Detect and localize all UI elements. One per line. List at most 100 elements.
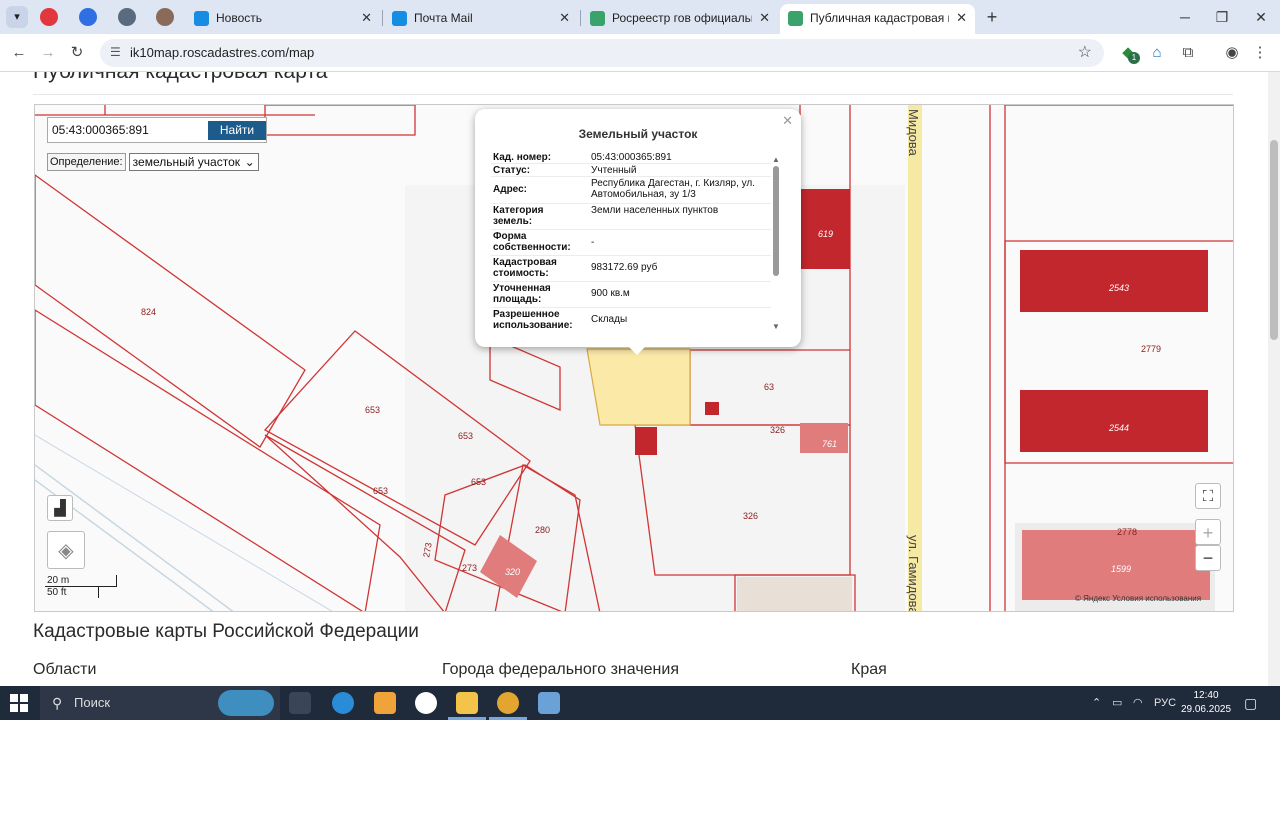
tab-mail[interactable]: Почта Mail ✕	[384, 4, 578, 32]
scroll-thumb[interactable]	[773, 166, 779, 276]
wifi-icon[interactable]: ◠	[1133, 686, 1143, 720]
parcel-label: 619	[818, 229, 833, 239]
parcel-label: 761	[822, 439, 837, 449]
home-icon[interactable]: ⌂	[1147, 43, 1167, 63]
browser-tab-bar: ▾ Новость ✕ Почта Mail ✕ Росреестр гов о…	[0, 0, 1280, 34]
bookmark-star-icon[interactable]: ☆	[1078, 42, 1092, 62]
page-scrollbar[interactable]	[1268, 72, 1280, 686]
scale-imperial: 50 ft	[45, 587, 99, 598]
popup-scrollbar[interactable]: ▲ ▼	[771, 155, 781, 331]
tab-search-button[interactable]: ▾	[6, 6, 28, 28]
column-heading-regions[interactable]: Области	[33, 661, 96, 679]
street-label: ул. Гамидова	[906, 535, 921, 612]
close-icon[interactable]: ✕	[956, 4, 967, 32]
mail-ru-icon	[194, 11, 209, 26]
popup-attributes: Кад. номер: 05:43:000365:891 Статус: Учтен…	[491, 151, 771, 331]
column-heading-cities[interactable]: Города федерального значения	[442, 661, 679, 679]
parcel-label: 280	[535, 525, 550, 535]
building[interactable]	[635, 427, 657, 455]
selected-parcel[interactable]	[586, 348, 691, 426]
tab-cadastral-map[interactable]: Публичная кадастровая карта ✕	[780, 4, 975, 34]
cadastral-map[interactable]: 824 653 653 653 653 273 273 280 320 63 3…	[34, 104, 1234, 612]
minimize-icon[interactable]: ─	[1170, 6, 1200, 28]
tab-label: Почта Mail	[414, 11, 473, 25]
attr-key: Форма собственности:	[493, 231, 571, 253]
tab-label: Росреестр гов официальный сайт	[612, 11, 752, 25]
blank-area	[0, 720, 1280, 827]
yandex-terms-link[interactable]: © Яндекс Условия использования	[1075, 594, 1201, 603]
reload-icon[interactable]: ↻	[66, 42, 88, 64]
ruler-icon[interactable]: ▟	[47, 495, 73, 521]
back-icon[interactable]: ←	[8, 42, 30, 64]
tab-label: Новость	[216, 11, 263, 25]
close-window-icon[interactable]: ✕	[1246, 6, 1276, 28]
zoom-in-icon[interactable]: +	[1195, 519, 1221, 545]
parcel-info-popup: ✕ Земельный участок Кад. номер: 05:43:000…	[475, 109, 801, 355]
search-highlight-icon	[218, 690, 274, 716]
omnibox[interactable]: ☰ ik10map.roscadastres.com/map ☆	[100, 39, 1104, 67]
building[interactable]	[1020, 390, 1208, 452]
column-heading-krai[interactable]: Края	[851, 661, 887, 679]
cadastral-number-input[interactable]	[52, 121, 202, 139]
attr-row: Категория земель: Земли населенных пункто…	[491, 204, 771, 230]
pinned-tab-4-icon[interactable]	[156, 8, 174, 26]
tab-novost[interactable]: Новость ✕	[186, 4, 380, 32]
maximize-icon[interactable]: ❐	[1207, 6, 1237, 28]
pinned-tab-1-icon[interactable]	[40, 8, 58, 26]
definition-select[interactable]: земельный участок ⌄	[128, 153, 259, 171]
attr-value: Земли населенных пунктов	[591, 205, 719, 216]
site-settings-icon[interactable]: ☰	[110, 45, 121, 59]
task-view-icon[interactable]	[289, 692, 311, 714]
taskbar-clock[interactable]: 12:40 29.06.2025	[1178, 689, 1234, 717]
fullscreen-icon[interactable]: ⛶	[1195, 483, 1221, 509]
chevron-up-icon[interactable]: ▲	[771, 155, 781, 164]
windows-start-icon[interactable]	[10, 694, 28, 712]
network-icon[interactable]: ▭	[1112, 686, 1122, 720]
building[interactable]	[1020, 250, 1208, 312]
pinned-tab-2-icon[interactable]	[79, 8, 97, 26]
parcel-label: 273	[462, 563, 477, 573]
close-icon[interactable]: ✕	[559, 4, 570, 32]
divider	[33, 94, 1233, 95]
attr-key: Кадастровая стоимость:	[493, 257, 557, 279]
extension-badge: 1	[1128, 52, 1140, 64]
extension-shield-icon[interactable]: ◆ 1	[1118, 43, 1140, 64]
chevron-down-icon[interactable]: ▼	[771, 322, 781, 331]
chrome-icon[interactable]	[497, 692, 519, 714]
new-tab-button[interactable]: +	[977, 6, 1007, 28]
map-scale: 20 m 50 ft	[45, 575, 117, 598]
building	[737, 577, 852, 611]
paint-app-icon[interactable]	[538, 692, 560, 714]
building[interactable]	[705, 402, 719, 415]
scroll-thumb[interactable]	[1270, 140, 1278, 340]
pinned-tab-3-icon[interactable]	[118, 8, 136, 26]
parcel-label: 653	[365, 405, 380, 415]
tray-chevron-icon[interactable]: ⌃	[1092, 686, 1101, 720]
menu-kebab-icon[interactable]: ⋮	[1250, 43, 1270, 63]
layers-icon[interactable]: ◈	[47, 531, 85, 569]
rosreestr-icon	[590, 11, 605, 26]
url-text[interactable]: ik10map.roscadastres.com/map	[130, 45, 314, 60]
attr-row: Форма собственности: -	[491, 230, 771, 256]
notifications-icon[interactable]: ▢	[1244, 686, 1257, 720]
popup-title: Земельный участок	[578, 127, 698, 141]
cadastral-map-icon	[788, 11, 803, 26]
taskbar-search[interactable]: ⚲ Поиск	[40, 686, 280, 720]
close-icon[interactable]: ✕	[361, 4, 372, 32]
extensions-puzzle-icon[interactable]: ⧉	[1178, 43, 1198, 63]
find-button[interactable]: Найти	[208, 121, 266, 140]
attr-value: Учтенный	[591, 165, 637, 176]
language-indicator[interactable]: РУС	[1154, 686, 1176, 720]
forward-icon[interactable]: →	[37, 42, 59, 64]
tab-rosreestr[interactable]: Росреестр гов официальный сайт ✕	[582, 4, 778, 32]
profile-icon[interactable]: ◉	[1222, 43, 1242, 63]
yandex-browser-icon[interactable]	[415, 692, 437, 714]
definition-row: Определение: земельный участок ⌄	[47, 153, 259, 171]
zoom-out-icon[interactable]: −	[1195, 545, 1221, 571]
close-icon[interactable]: ✕	[759, 4, 770, 32]
file-explorer-icon[interactable]	[456, 692, 478, 714]
parcel-label: 63	[764, 382, 774, 392]
tasks-app-icon[interactable]	[374, 692, 396, 714]
page-content: Публичная кадастровая карта	[0, 72, 1268, 686]
edge-icon[interactable]	[332, 692, 354, 714]
